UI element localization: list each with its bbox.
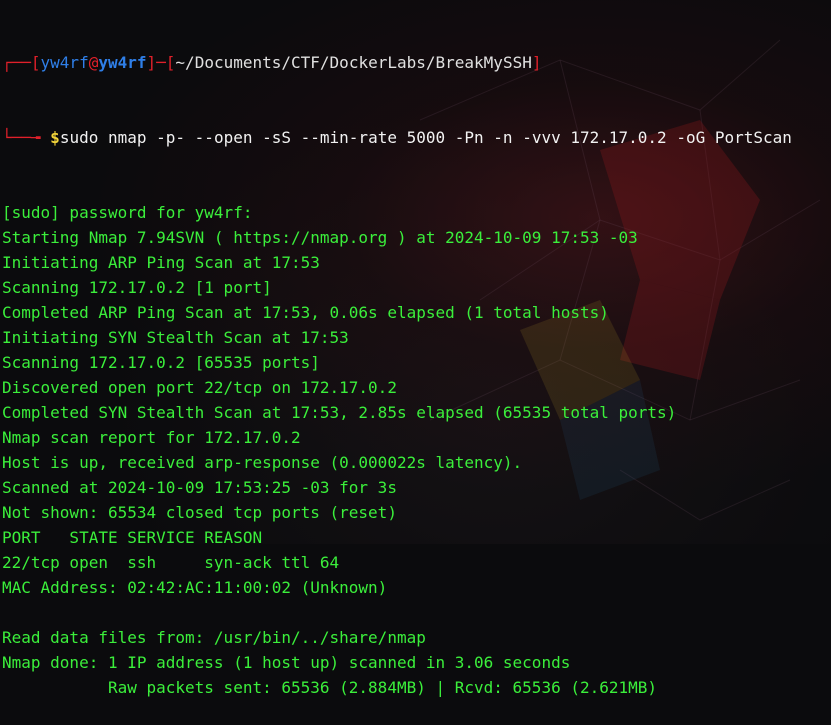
output-line: MAC Address: 02:42:AC:11:00:02 (Unknown): [2, 578, 388, 597]
output-line: Starting Nmap 7.94SVN ( https://nmap.org…: [2, 228, 638, 247]
output-line: Completed SYN Stealth Scan at 17:53, 2.8…: [2, 403, 677, 422]
output-line: Scanning 172.17.0.2 [1 port]: [2, 278, 272, 297]
output-line: Host is up, received arp-response (0.000…: [2, 453, 523, 472]
output-line: [sudo] password for yw4rf:: [2, 203, 253, 222]
prompt-line-top: ┌──[yw4rf@yw4rf]─[~/Documents/CTF/Docker…: [0, 50, 831, 75]
prompt-separator: ]─[: [146, 53, 176, 72]
prompt-corner: └──╼: [2, 128, 51, 147]
prompt-line-command: └──╼ $sudo nmap -p- --open -sS --min-rat…: [0, 125, 831, 150]
output-line: 22/tcp open ssh syn-ack ttl 64: [2, 553, 340, 572]
output-line: Scanning 172.17.0.2 [65535 ports]: [2, 353, 320, 372]
output-line: Initiating ARP Ping Scan at 17:53: [2, 253, 320, 272]
output-line: Read data files from: /usr/bin/../share/…: [2, 628, 426, 647]
output-line: Scanned at 2024-10-09 17:53:25 -03 for 3…: [2, 478, 397, 497]
prompt-close-bracket: ]: [531, 53, 542, 72]
nmap-output: [sudo] password for yw4rf: Starting Nmap …: [0, 200, 831, 700]
command-text: sudo nmap -p- --open -sS --min-rate 5000…: [59, 128, 792, 147]
output-line: Discovered open port 22/tcp on 172.17.0.…: [2, 378, 397, 397]
prompt-host: yw4rf: [98, 53, 147, 72]
output-line: Raw packets sent: 65536 (2.884MB) | Rcvd…: [2, 678, 658, 697]
terminal-output: ┌──[yw4rf@yw4rf]─[~/Documents/CTF/Docker…: [0, 0, 831, 697]
output-line: Completed ARP Ping Scan at 17:53, 0.06s …: [2, 303, 609, 322]
prompt-user: yw4rf: [40, 53, 89, 72]
prompt-dollar: $: [50, 128, 60, 147]
output-line: Not shown: 65534 closed tcp ports (reset…: [2, 503, 397, 522]
prompt-at: @: [88, 53, 99, 72]
prompt-open-bracket: ┌──[: [2, 53, 41, 72]
output-line: Nmap scan report for 172.17.0.2: [2, 428, 301, 447]
output-line: PORT STATE SERVICE REASON: [2, 528, 263, 547]
prompt-path: ~/Documents/CTF/DockerLabs/BreakMySSH: [175, 53, 532, 72]
output-line: Nmap done: 1 IP address (1 host up) scan…: [2, 653, 571, 672]
output-line: Initiating SYN Stealth Scan at 17:53: [2, 328, 349, 347]
